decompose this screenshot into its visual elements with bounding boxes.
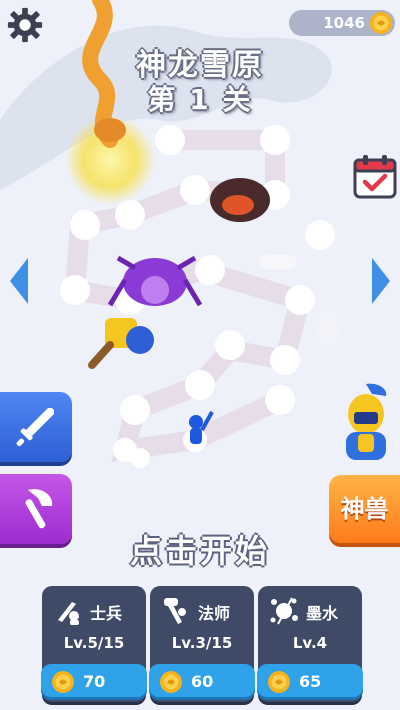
coin-amount: 1046 [323, 14, 365, 32]
ink-icon [270, 597, 298, 625]
coin-icon [268, 671, 290, 693]
upgrade-card-mage: 法师 Lv.3/15 60 [149, 586, 255, 702]
tap-to-start[interactable]: 点击开始 [0, 526, 400, 572]
coin-icon [370, 12, 392, 34]
upgrade-card-soldier: 士兵 Lv.5/15 70 [41, 586, 147, 702]
upgrade-cost: 65 [299, 672, 322, 691]
soldier-icon [58, 602, 79, 625]
upgrade-level: Lv.3/15 [171, 634, 233, 652]
upgrade-card-ink: 墨水 Lv.4 65 [257, 586, 363, 702]
calendar-check-icon[interactable] [352, 154, 398, 200]
coin-icon [52, 671, 74, 693]
hero-avatar[interactable] [336, 382, 396, 464]
arrow-left-icon[interactable] [8, 256, 30, 306]
upgrade-level: Lv.5/15 [63, 634, 125, 652]
gear-icon[interactable] [6, 6, 44, 44]
upgrade-name: 墨水 [306, 604, 339, 623]
upgrade-name: 法师 [198, 604, 231, 623]
sword-icon [16, 408, 54, 447]
upgrade-button-soldier[interactable]: 70 [41, 664, 147, 700]
upgrade-name: 士兵 [90, 604, 123, 623]
arrow-right-icon[interactable] [370, 256, 392, 306]
stage-label: 第 1 关 [147, 83, 253, 116]
upgrade-button-ink[interactable]: 65 [257, 664, 363, 700]
upgrade-cost: 70 [83, 672, 106, 691]
coin-icon [160, 671, 182, 693]
mage-icon [164, 598, 186, 624]
coin-counter: 1046 [289, 10, 395, 36]
axe-icon [25, 489, 53, 529]
upgrade-level: Lv.4 [292, 634, 328, 652]
sword-skill-button[interactable] [0, 392, 72, 462]
upgrade-button-mage[interactable]: 60 [149, 664, 255, 700]
upgrade-cost: 60 [191, 672, 214, 691]
